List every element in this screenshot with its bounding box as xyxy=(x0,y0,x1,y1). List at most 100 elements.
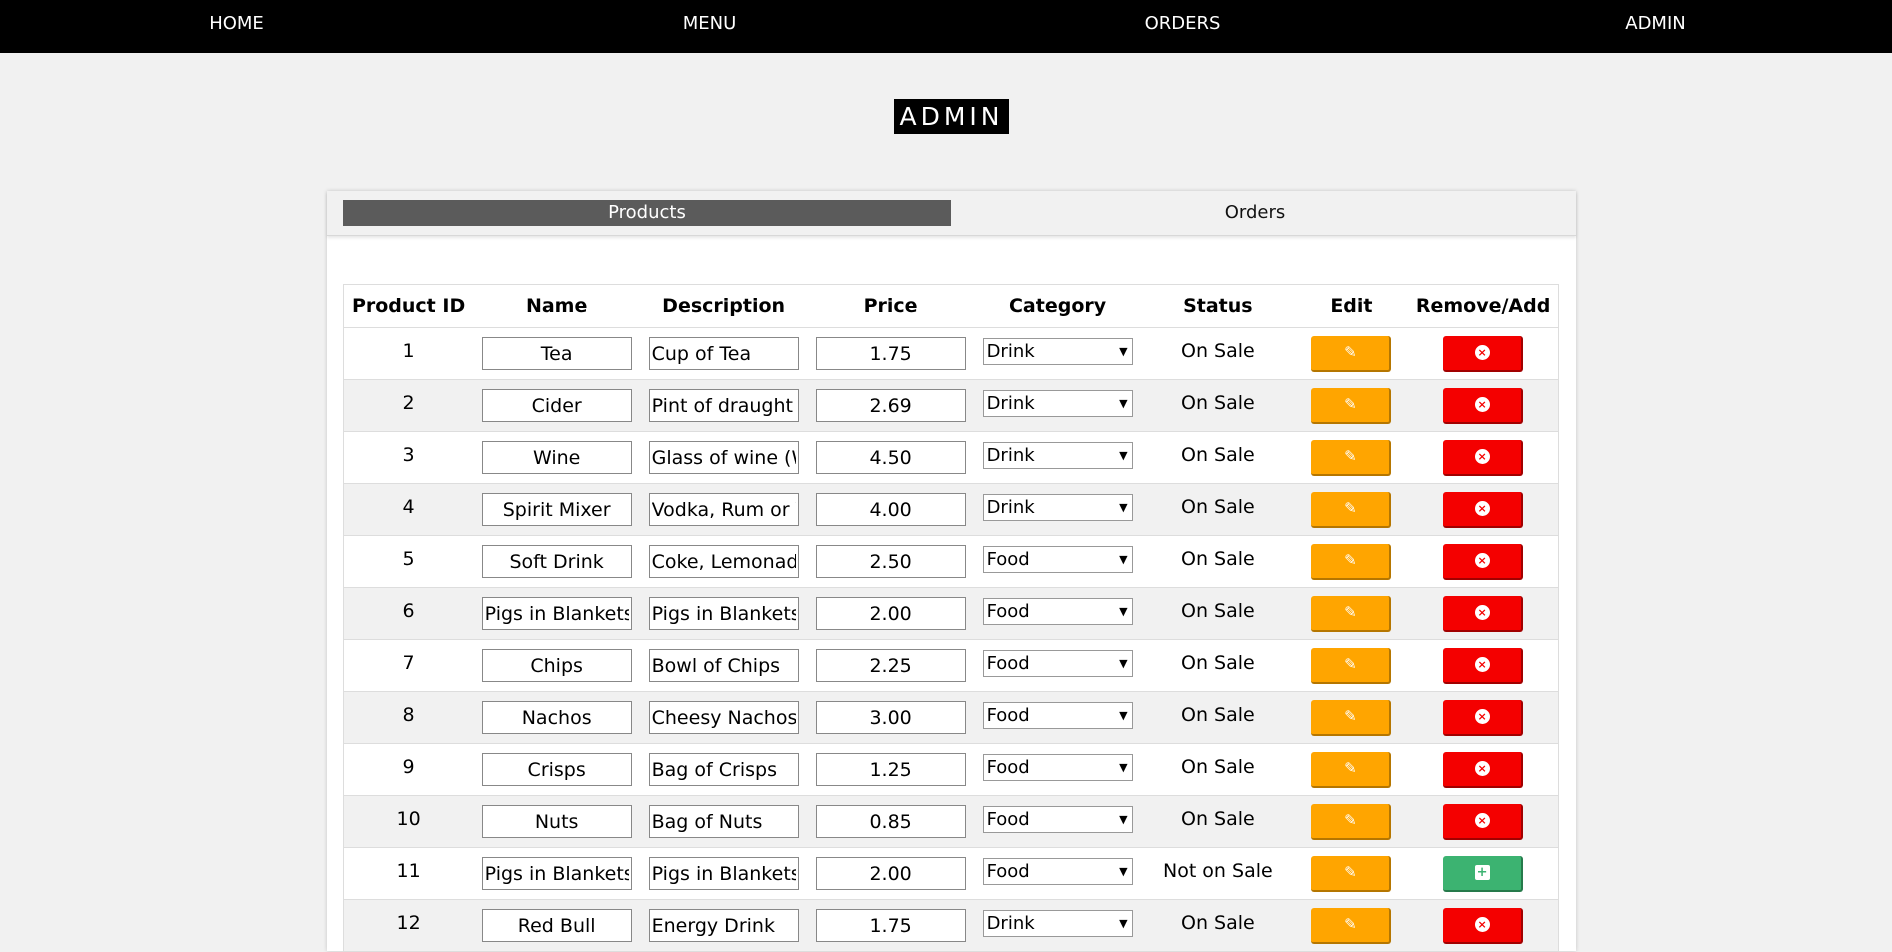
edit-button[interactable]: ✎ xyxy=(1311,439,1392,476)
category-select[interactable]: Drink ▼ xyxy=(982,389,1133,417)
price-input[interactable] xyxy=(815,389,966,422)
category-select[interactable]: Drink ▼ xyxy=(982,337,1133,365)
tab-orders[interactable]: Orders xyxy=(951,200,1559,226)
nav-orders-link[interactable]: ORDERS xyxy=(946,0,1419,53)
description-input[interactable] xyxy=(648,337,799,370)
description-input[interactable] xyxy=(648,441,799,474)
remove-button[interactable]: × xyxy=(1443,751,1524,788)
category-select[interactable]: Drink ▼ xyxy=(982,441,1133,469)
price-input[interactable] xyxy=(815,545,966,578)
remove-button[interactable]: × xyxy=(1443,699,1524,736)
tab-products[interactable]: Products xyxy=(343,200,951,226)
edit-icon: ✎ xyxy=(1344,915,1357,933)
description-input[interactable] xyxy=(648,857,799,890)
price-input[interactable] xyxy=(815,337,966,370)
edit-icon: ✎ xyxy=(1344,551,1357,569)
category-select[interactable]: Food ▼ xyxy=(982,753,1133,781)
price-input[interactable] xyxy=(815,597,966,630)
name-input[interactable] xyxy=(481,753,632,786)
action-cell: + xyxy=(1408,847,1559,900)
category-value: Drink xyxy=(986,444,1035,466)
edit-button[interactable]: ✎ xyxy=(1311,595,1392,632)
category-cell: Drink ▼ xyxy=(974,899,1142,952)
description-input[interactable] xyxy=(648,701,799,734)
category-select[interactable]: Drink ▼ xyxy=(982,493,1133,521)
edit-button[interactable]: ✎ xyxy=(1311,751,1392,788)
category-cell: Drink ▼ xyxy=(974,379,1142,432)
nav-menu-link[interactable]: MENU xyxy=(473,0,946,53)
name-input[interactable] xyxy=(481,649,632,682)
description-input[interactable] xyxy=(648,545,799,578)
name-input[interactable] xyxy=(481,337,632,370)
name-input[interactable] xyxy=(481,493,632,526)
name-input[interactable] xyxy=(481,597,632,630)
category-select[interactable]: Food ▼ xyxy=(982,597,1133,625)
price-input[interactable] xyxy=(815,649,966,682)
description-input[interactable] xyxy=(648,493,799,526)
remove-button[interactable]: × xyxy=(1443,439,1524,476)
price-cell xyxy=(807,327,975,380)
remove-button[interactable]: × xyxy=(1443,647,1524,684)
price-input[interactable] xyxy=(815,805,966,838)
price-input[interactable] xyxy=(815,857,966,890)
edit-button[interactable]: ✎ xyxy=(1311,647,1392,684)
description-input[interactable] xyxy=(648,597,799,630)
name-cell xyxy=(473,587,641,640)
description-input[interactable] xyxy=(648,389,799,422)
price-input[interactable] xyxy=(815,441,966,474)
description-cell xyxy=(640,743,808,796)
category-value: Food xyxy=(986,808,1030,830)
product-id-cell: 1 xyxy=(343,327,474,380)
category-select[interactable]: Food ▼ xyxy=(982,545,1133,573)
nav-home-link[interactable]: HOME xyxy=(0,0,473,53)
nav-admin-link[interactable]: ADMIN xyxy=(1419,0,1892,53)
description-input[interactable] xyxy=(648,909,799,942)
edit-button[interactable]: ✎ xyxy=(1311,387,1392,424)
description-input[interactable] xyxy=(648,805,799,838)
edit-button[interactable]: ✎ xyxy=(1311,803,1392,840)
edit-button[interactable]: ✎ xyxy=(1311,335,1392,372)
name-input[interactable] xyxy=(481,857,632,890)
name-input[interactable] xyxy=(481,701,632,734)
name-cell xyxy=(473,535,641,588)
price-input[interactable] xyxy=(815,701,966,734)
remove-button[interactable]: × xyxy=(1443,491,1524,528)
edit-button[interactable]: ✎ xyxy=(1311,699,1392,736)
add-button[interactable]: + xyxy=(1443,855,1524,892)
edit-button[interactable]: ✎ xyxy=(1311,907,1392,944)
remove-button[interactable]: × xyxy=(1443,335,1524,372)
remove-button[interactable]: × xyxy=(1443,387,1524,424)
name-input[interactable] xyxy=(481,545,632,578)
edit-cell: ✎ xyxy=(1294,483,1409,536)
category-select[interactable]: Food ▼ xyxy=(982,857,1133,885)
description-input[interactable] xyxy=(648,753,799,786)
name-input[interactable] xyxy=(481,909,632,942)
edit-button[interactable]: ✎ xyxy=(1311,543,1392,580)
table-row: 7 Food ▼ On Sale ✎ × xyxy=(343,639,1559,692)
price-cell xyxy=(807,587,975,640)
category-select[interactable]: Food ▼ xyxy=(982,649,1133,677)
description-input[interactable] xyxy=(648,649,799,682)
remove-button[interactable]: × xyxy=(1443,543,1524,580)
table-row: 9 Food ▼ On Sale ✎ × xyxy=(343,743,1559,796)
remove-button[interactable]: × xyxy=(1443,803,1524,840)
remove-button[interactable]: × xyxy=(1443,907,1524,944)
edit-button[interactable]: ✎ xyxy=(1311,855,1392,892)
price-input[interactable] xyxy=(815,909,966,942)
status-cell: On Sale xyxy=(1141,587,1295,640)
category-select[interactable]: Food ▼ xyxy=(982,805,1133,833)
name-input[interactable] xyxy=(481,389,632,422)
price-input[interactable] xyxy=(815,493,966,526)
price-input[interactable] xyxy=(815,753,966,786)
header-description: Description xyxy=(640,284,808,328)
table-row: 10 Food ▼ On Sale ✎ × xyxy=(343,795,1559,848)
remove-button[interactable]: × xyxy=(1443,595,1524,632)
price-cell xyxy=(807,379,975,432)
name-input[interactable] xyxy=(481,805,632,838)
category-select[interactable]: Food ▼ xyxy=(982,701,1133,729)
page-title: ADMIN xyxy=(894,99,1009,134)
name-input[interactable] xyxy=(481,441,632,474)
category-select[interactable]: Drink ▼ xyxy=(982,909,1133,937)
edit-button[interactable]: ✎ xyxy=(1311,491,1392,528)
edit-icon: ✎ xyxy=(1344,759,1357,777)
